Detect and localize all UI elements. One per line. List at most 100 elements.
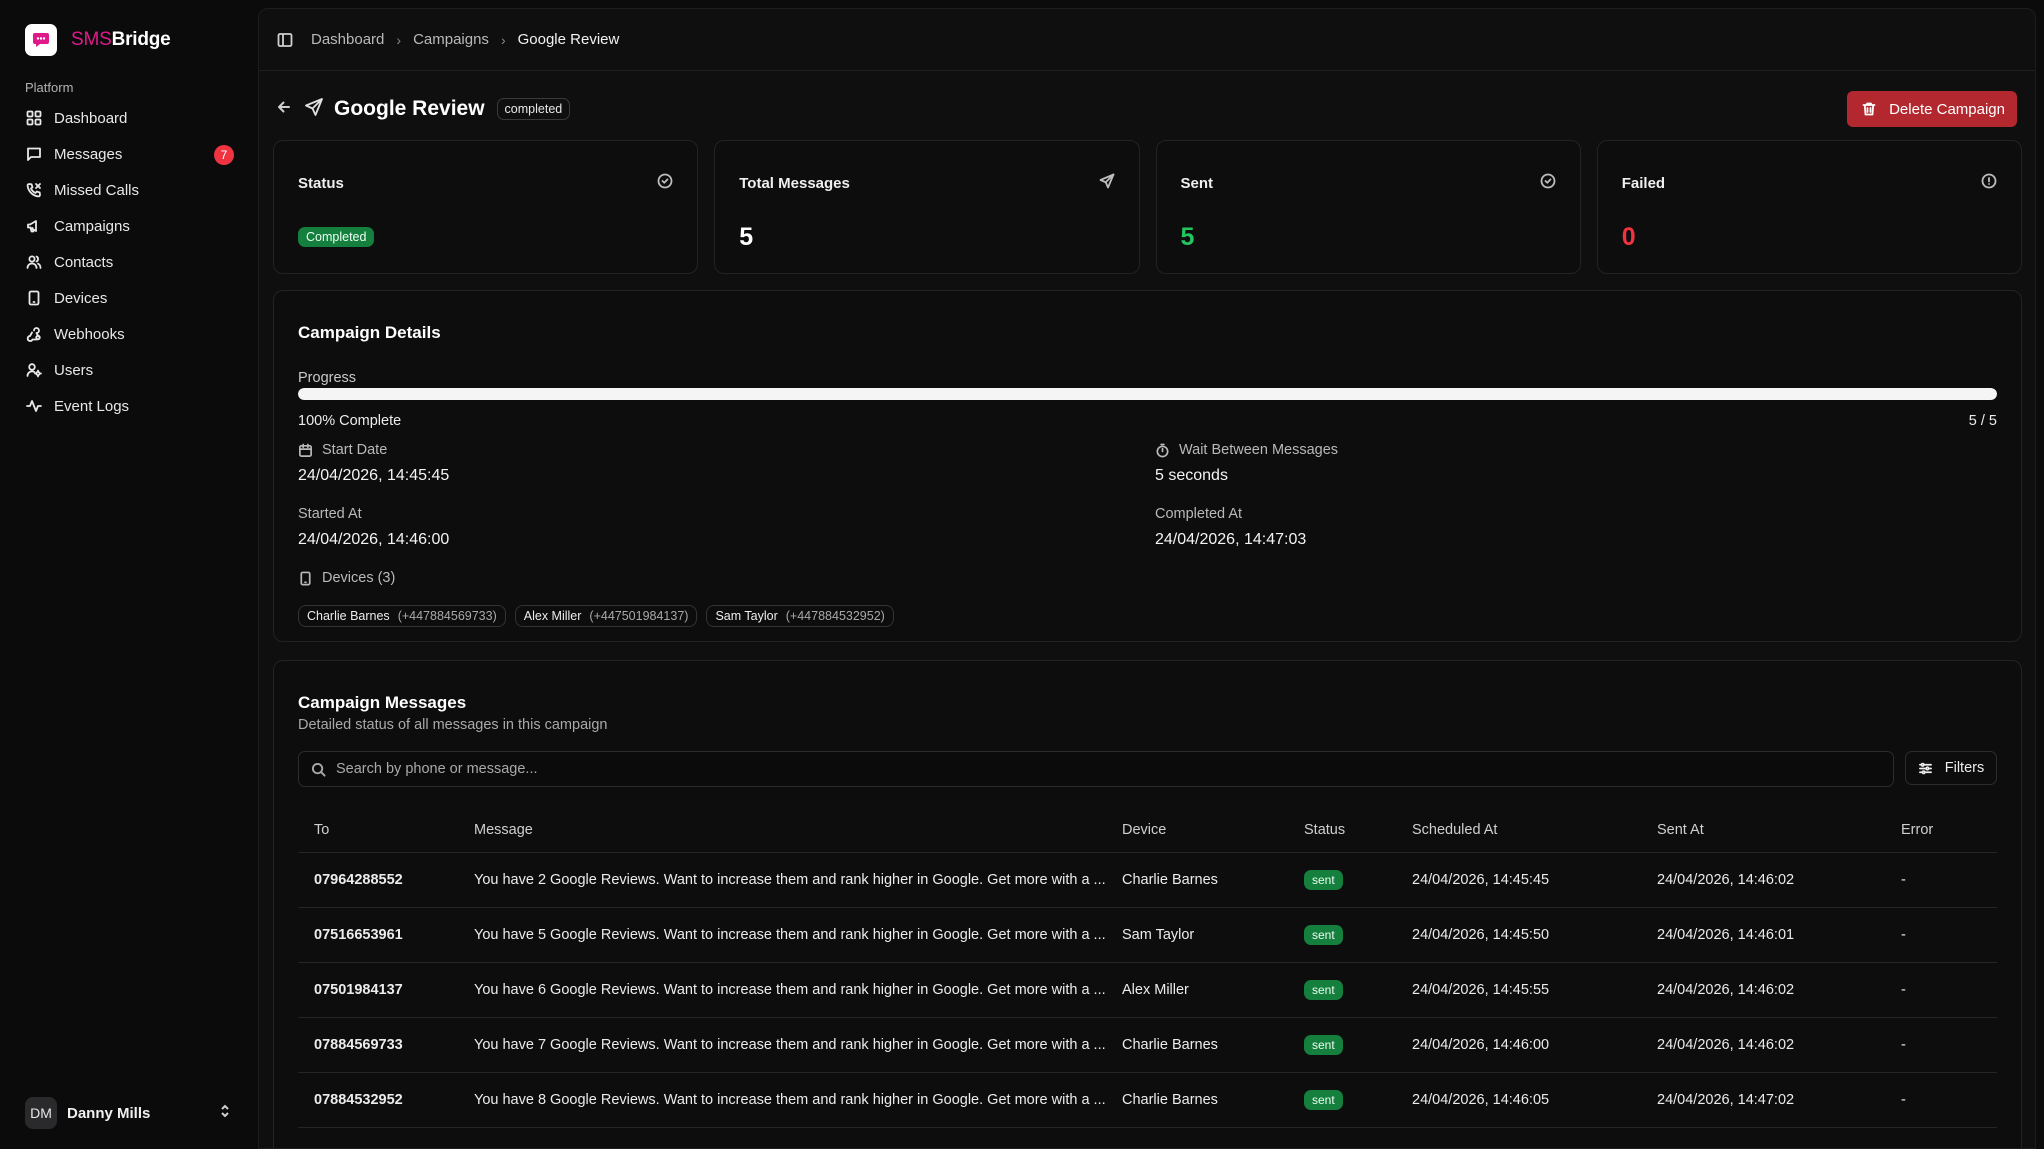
cell-status: sent xyxy=(1304,1017,1412,1073)
cell-device: Charlie Barnes xyxy=(1122,852,1304,908)
field-label: Devices (3) xyxy=(298,569,395,587)
brand-logo-icon xyxy=(25,24,57,56)
card-title: Campaign Messages xyxy=(298,693,467,712)
sidebar-item-contacts[interactable]: Contacts xyxy=(16,244,242,280)
circle-check-icon xyxy=(1540,173,1556,193)
device-chip: Alex Miller (+447501984137) xyxy=(514,605,698,627)
users-icon xyxy=(26,255,42,269)
stat-label: Sent xyxy=(1180,175,1214,192)
page-header: Google Review completed Delete Campaign xyxy=(276,91,2017,127)
column-header-message: Message xyxy=(474,808,1122,853)
message-square-icon xyxy=(27,147,41,161)
card-title: Campaign Details xyxy=(298,323,441,342)
cell-message: You have 6 Google Reviews. Want to incre… xyxy=(474,962,1122,1018)
breadcrumb-dashboard[interactable]: Dashboard xyxy=(311,31,384,48)
campaign-messages-card: Campaign Messages Detailed status of all… xyxy=(273,660,2022,1148)
table-row[interactable]: 07964288552 You have 2 Google Reviews. W… xyxy=(298,852,1997,908)
progress-percent: 100% Complete xyxy=(298,413,402,429)
cell-to: 07516653961 xyxy=(298,907,474,963)
cell-sent-at: 24/04/2026, 14:46:02 xyxy=(1657,962,1901,1018)
page-title: Google Review xyxy=(334,97,485,120)
main-panel: Dashboard › Campaigns › Google Review Go… xyxy=(258,8,2036,1149)
stat-card-total-messages: Total Messages 5 xyxy=(714,140,1140,274)
sidebar-item-devices[interactable]: Devices xyxy=(16,280,242,316)
table-row[interactable]: 07884569733 You have 7 Google Reviews. W… xyxy=(298,1017,1997,1073)
breadcrumb: Dashboard › Campaigns › Google Review xyxy=(311,31,619,48)
sidebar-toggle-icon[interactable] xyxy=(277,32,293,48)
cell-device: Charlie Barnes xyxy=(1122,1072,1304,1128)
breadcrumb-campaigns[interactable]: Campaigns xyxy=(413,31,489,48)
sidebar-item-messages[interactable]: Messages 7 xyxy=(16,136,242,172)
search-input[interactable] xyxy=(336,761,1893,777)
cell-scheduled-at: 24/04/2026, 14:45:55 xyxy=(1412,962,1657,1018)
status-badge: Completed xyxy=(298,227,375,247)
cell-error: - xyxy=(1901,907,1997,963)
device-chip: Charlie Barnes (+447884569733) xyxy=(298,605,506,627)
user-menu[interactable]: DM Danny Mills xyxy=(16,1093,242,1133)
table-header-row: To Message Device Status Scheduled At Se… xyxy=(298,808,1997,853)
column-header-error: Error xyxy=(1901,808,1997,853)
cell-device: Alex Miller xyxy=(1122,962,1304,1018)
cell-message: You have 5 Google Reviews. Want to incre… xyxy=(474,907,1122,963)
table-row[interactable]: 07516653961 You have 5 Google Reviews. W… xyxy=(298,907,1997,963)
webhook-icon xyxy=(26,327,41,342)
sidebar-item-label: Devices xyxy=(54,289,108,307)
status-badge: sent xyxy=(1304,1034,1343,1055)
cell-message: You have 8 Google Reviews. Want to incre… xyxy=(474,1072,1122,1128)
stat-label: Total Messages xyxy=(739,175,850,192)
status-badge: completed xyxy=(496,98,571,120)
wait-between-field: Wait Between Messages 5 seconds xyxy=(1155,441,1338,485)
filters-button[interactable]: Filters xyxy=(1905,751,1997,785)
sidebar-item-event-logs[interactable]: Event Logs xyxy=(16,388,242,424)
send-icon xyxy=(1099,173,1115,193)
sidebar-item-label: Webhooks xyxy=(54,325,125,343)
column-header-device: Device xyxy=(1122,808,1304,853)
device-chip: Sam Taylor (+447884532952) xyxy=(706,605,894,627)
activity-icon xyxy=(26,400,42,412)
stat-card-failed: Failed 0 xyxy=(1596,140,2022,274)
nav-section-label: Platform xyxy=(25,80,74,95)
alert-circle-icon xyxy=(1981,173,1997,193)
stat-label: Status xyxy=(298,175,344,192)
status-badge: sent xyxy=(1304,869,1343,890)
cell-sent-at: 24/04/2026, 14:47:02 xyxy=(1657,1072,1901,1128)
circle-check-icon xyxy=(657,173,673,193)
cell-sent-at: 24/04/2026, 14:46:02 xyxy=(1657,1017,1901,1073)
cell-message: You have 2 Google Reviews. Want to incre… xyxy=(474,852,1122,908)
started-at-value: 24/04/2026, 14:46:00 xyxy=(298,531,450,548)
delete-campaign-button[interactable]: Delete Campaign xyxy=(1847,91,2017,127)
search-box xyxy=(298,751,1894,787)
sidebar-item-campaigns[interactable]: Campaigns xyxy=(16,208,242,244)
brand[interactable]: SMSBridge xyxy=(25,24,171,56)
table-row[interactable]: 07501984137 You have 6 Google Reviews. W… xyxy=(298,962,1997,1018)
arrow-left-icon[interactable] xyxy=(276,99,292,119)
sidebar-item-users[interactable]: Users xyxy=(16,352,242,388)
cell-message: You have 7 Google Reviews. Want to incre… xyxy=(474,1017,1122,1073)
sidebar-item-missed-calls[interactable]: Missed Calls xyxy=(16,172,242,208)
cell-error: - xyxy=(1901,852,1997,908)
progress-bar-fill xyxy=(298,388,1997,400)
devices-field: Devices (3) xyxy=(298,569,395,587)
smartphone-icon xyxy=(28,290,40,306)
status-badge: sent xyxy=(1304,1089,1343,1110)
wait-between-value: 5 seconds xyxy=(1155,467,1228,484)
column-header-status: Status xyxy=(1304,808,1412,853)
brand-name: SMSBridge xyxy=(71,29,171,50)
started-at-field: Started At 24/04/2026, 14:46:00 xyxy=(298,505,449,549)
stats-row: Status Completed Total Messages 5 Sent 5… xyxy=(273,140,2022,274)
trash-icon xyxy=(1862,102,1876,116)
cell-to: 07884569733 xyxy=(298,1017,474,1073)
delete-campaign-label: Delete Campaign xyxy=(1889,100,2005,118)
cell-scheduled-at: 24/04/2026, 14:46:00 xyxy=(1412,1017,1657,1073)
cell-status: sent xyxy=(1304,907,1412,963)
cell-error: - xyxy=(1901,1017,1997,1073)
messages-table: To Message Device Status Scheduled At Se… xyxy=(298,808,1997,1128)
sidebar-item-webhooks[interactable]: Webhooks xyxy=(16,316,242,352)
phone-missed-icon xyxy=(26,183,41,198)
sidebar-item-label: Event Logs xyxy=(54,397,130,415)
table-row[interactable]: 07884532952 You have 8 Google Reviews. W… xyxy=(298,1072,1997,1128)
start-date-field: Start Date 24/04/2026, 14:45:45 xyxy=(298,441,449,485)
sidebar-item-label: Dashboard xyxy=(54,109,128,127)
field-label: Started At xyxy=(298,506,362,522)
sidebar-item-dashboard[interactable]: Dashboard xyxy=(16,100,242,136)
